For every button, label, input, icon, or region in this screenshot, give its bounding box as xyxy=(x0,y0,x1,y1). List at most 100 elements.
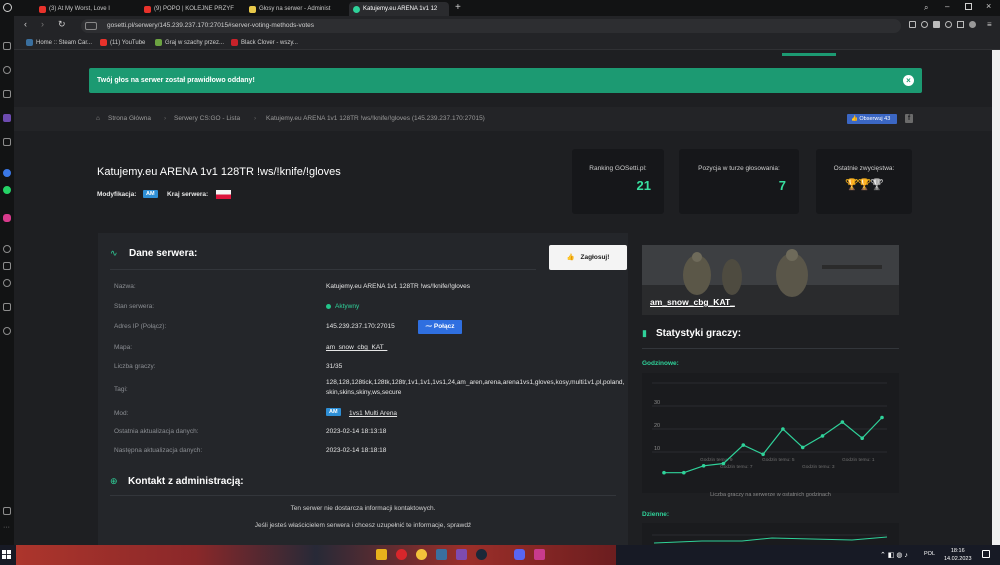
details-title: Dane serwera: xyxy=(129,248,198,259)
back-icon[interactable]: ‹ xyxy=(24,19,27,29)
cube-icon[interactable] xyxy=(3,303,11,311)
data-point[interactable] xyxy=(880,415,884,420)
mod-badge: AM xyxy=(326,408,341,416)
data-point[interactable] xyxy=(800,445,805,450)
map-preview-image[interactable]: am_snow_cbg_KAT_ xyxy=(642,245,899,315)
new-tab-button[interactable]: + xyxy=(455,2,461,13)
row-label-status: Stan serwera: xyxy=(114,303,155,310)
explorer-icon[interactable] xyxy=(376,549,387,560)
data-point[interactable] xyxy=(721,461,726,466)
close-icon[interactable]: × xyxy=(903,75,914,86)
data-point[interactable] xyxy=(741,443,746,447)
row-label-name: Nazwa: xyxy=(114,283,136,290)
notifications-icon[interactable] xyxy=(982,550,990,558)
close-window-icon[interactable]: × xyxy=(986,1,991,11)
tab-admin-votes[interactable]: Głosy na serwer - Administ xyxy=(245,2,342,16)
app-icon[interactable] xyxy=(456,549,467,560)
windows-start-icon[interactable] xyxy=(2,550,11,559)
url-input[interactable]: gosetti.pl/serwery/145.239.237.170:27015… xyxy=(81,19,901,33)
tab-active-server[interactable]: Katujemy.eu ARENA 1v1 12 xyxy=(349,2,449,16)
scrollbar[interactable] xyxy=(992,50,1000,545)
hourly-chart: 10 20 30 Godzin temu: 9 Godzin temu: 7 Godzin… xyxy=(642,373,899,493)
gold-trophy-icon: 🏆 xyxy=(857,179,872,191)
data-point[interactable] xyxy=(840,420,845,424)
maximize-icon[interactable] xyxy=(965,3,972,10)
clock[interactable]: 18:16 14.02.2023 xyxy=(944,547,972,563)
data-point[interactable] xyxy=(761,452,765,457)
history-icon[interactable] xyxy=(3,279,11,287)
gamepad-icon[interactable] xyxy=(3,42,11,50)
player-icon[interactable] xyxy=(3,245,11,253)
forward-icon[interactable]: › xyxy=(41,19,44,29)
status-text: Aktywny xyxy=(335,303,360,310)
more-icon[interactable]: ··· xyxy=(3,524,11,533)
bar-chart-icon: ▮ xyxy=(642,328,647,338)
data-point[interactable] xyxy=(701,464,706,468)
opera-icon[interactable] xyxy=(396,549,407,560)
steam-icon[interactable] xyxy=(476,549,487,560)
facebook-icon[interactable]: f xyxy=(905,114,913,123)
bookmark-label: Home :: Steam Car... xyxy=(36,39,93,46)
connect-icon: ⁓ xyxy=(425,323,433,330)
row-value-name: Katujemy.eu ARENA 1v1 128TR !ws/!knife/!… xyxy=(326,283,471,290)
app-icon[interactable] xyxy=(436,549,447,560)
x-tick-label: Godzin temu: 5 xyxy=(762,457,795,463)
screenshot-icon[interactable] xyxy=(3,507,11,515)
data-point[interactable] xyxy=(820,434,825,438)
data-point[interactable] xyxy=(682,470,686,475)
row-value-status: Aktywny xyxy=(326,303,359,310)
page-content: Twój głos na serwer został prawidłowo od… xyxy=(14,50,992,545)
bookmark-chess[interactable]: Graj w szachy przez... xyxy=(155,39,224,46)
breadcrumb-list[interactable]: Serwery CS:GO - Lista xyxy=(174,115,240,122)
taskbar: ⌃ ◧ ◍ ♪ POL 18:16 14.02.2023 xyxy=(0,545,1000,565)
data-point[interactable] xyxy=(781,427,785,431)
app-icon[interactable] xyxy=(534,549,545,560)
row-value-map[interactable]: am_snow_cbg_KAT_ xyxy=(326,344,387,351)
instagram-icon[interactable] xyxy=(3,214,11,222)
tab-youtube-2[interactable]: (9) POPO | KOLEJNE PRZYF xyxy=(140,2,235,16)
settings-icon[interactable] xyxy=(3,327,11,335)
hourly-chart-svg: 102030Godzin temu: 9Godzin temu: 7Godzin… xyxy=(652,382,887,475)
chrome-icon[interactable] xyxy=(416,549,427,560)
extensions-icons[interactable] xyxy=(909,21,979,30)
connect-button[interactable]: ⁓ Połącz xyxy=(418,320,462,334)
tab-youtube-1[interactable]: (3) At My Worst, Love I xyxy=(35,2,127,16)
row-label-mod: Mod: xyxy=(114,410,129,417)
browser-logo-icon[interactable] xyxy=(3,3,12,12)
bookmark-black-clover[interactable]: Black Clover - wszy... xyxy=(231,39,298,46)
language-indicator[interactable]: POL xyxy=(924,551,935,557)
crown-icon xyxy=(249,5,256,13)
bookmark-youtube[interactable]: (11) YouTube xyxy=(100,39,145,46)
breadcrumb: ⌂ Strona Główna › Serwery CS:GO - Lista … xyxy=(14,107,992,131)
chat-icon[interactable] xyxy=(3,262,11,270)
breadcrumb-home[interactable]: Strona Główna xyxy=(108,115,151,122)
browser-tab-bar: (3) At My Worst, Love I (9) POPO | KOLEJ… xyxy=(0,0,1000,16)
discord-icon[interactable] xyxy=(514,549,525,560)
messenger-icon[interactable] xyxy=(3,169,11,177)
whatsapp-icon[interactable] xyxy=(3,186,11,194)
row-label-tags: Tagi: xyxy=(114,386,128,393)
speed-dial-icon[interactable] xyxy=(3,66,11,74)
twitch-icon[interactable] xyxy=(3,114,11,122)
silver-trophy-icon: 🏆 xyxy=(870,179,884,191)
menu-icon[interactable]: ≡ xyxy=(987,20,992,29)
bookmark-label: (11) YouTube xyxy=(110,39,146,46)
x-tick-label: Godzin temu: 3 xyxy=(802,464,835,470)
minimize-icon[interactable]: – xyxy=(945,2,949,11)
row-label-ip: Adres IP (Połącz): xyxy=(114,323,167,330)
row-value-mod[interactable]: 1vs1 Multi Arena xyxy=(349,410,397,417)
bag-icon[interactable] xyxy=(3,90,11,98)
calendar-icon[interactable] xyxy=(3,138,11,146)
reload-icon[interactable]: ↻ xyxy=(58,19,66,30)
gold-trophy-icon: 🏆 xyxy=(844,179,859,191)
tray-icons[interactable]: ⌃ ◧ ◍ ♪ xyxy=(880,551,908,559)
search-tabs-icon[interactable]: ⌕ xyxy=(924,3,928,13)
vote-button[interactable]: 👍 Zagłosuj! xyxy=(549,245,627,270)
map-name[interactable]: am_snow_cbg_KAT_ xyxy=(650,297,735,307)
data-point[interactable] xyxy=(860,436,864,440)
daily-label: Dzienne: xyxy=(642,511,670,518)
vpn-badge[interactable] xyxy=(85,22,97,30)
follow-button[interactable]: 👍 Obserwuj 43 xyxy=(847,114,897,124)
bookmark-steam[interactable]: Home :: Steam Car... xyxy=(26,39,92,46)
data-point[interactable] xyxy=(662,470,666,475)
